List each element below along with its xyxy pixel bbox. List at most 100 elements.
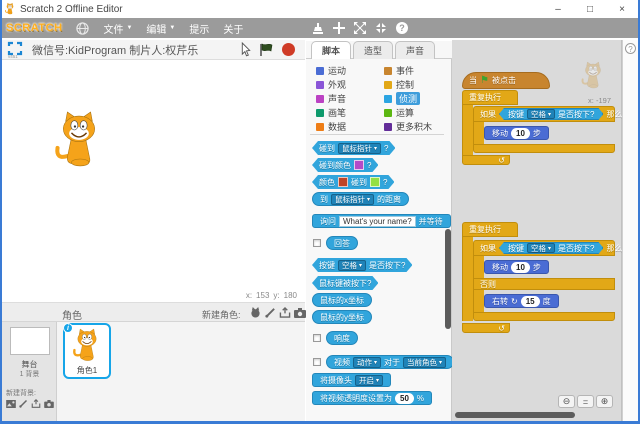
paint-new-sprite-icon[interactable] (265, 307, 276, 318)
category-more-blocks[interactable]: 更多积木 (384, 120, 432, 133)
checkbox-loudness[interactable] (313, 334, 321, 342)
upload-backdrop-icon[interactable] (31, 399, 41, 408)
category-motion[interactable]: 运动 (316, 64, 346, 77)
dropdown-space-key[interactable]: 空格▾ (527, 243, 555, 253)
dropdown-motion[interactable]: 动作▾ (353, 357, 381, 368)
forever-block-top[interactable]: 重复执行 (462, 222, 518, 237)
paint-backdrop-icon[interactable] (19, 399, 28, 408)
sprite-info-icon[interactable]: i (63, 323, 73, 333)
sprite-list: i 角色1 (57, 322, 305, 422)
grow-icon[interactable] (354, 22, 366, 34)
zoom-out-button[interactable]: ⊖ (558, 395, 575, 408)
category-looks[interactable]: 外观 (316, 78, 346, 91)
maximize-button[interactable]: □ (574, 0, 606, 18)
color-swatch[interactable] (370, 177, 380, 187)
block-mouse-x[interactable]: 鼠标的x坐标 (312, 293, 372, 307)
dropdown-space-key[interactable]: 空格▾ (527, 109, 555, 119)
menu-file[interactable]: 文件▼ (103, 21, 132, 36)
category-data[interactable]: 数据 (316, 120, 346, 133)
language-globe-icon[interactable] (76, 22, 89, 35)
green-flag-button[interactable] (259, 43, 274, 57)
duplicate-stamp-icon[interactable] (312, 22, 324, 35)
shrink-icon[interactable] (375, 22, 387, 34)
palette-separator (310, 134, 444, 135)
mouse-x-value: 153 (256, 291, 269, 300)
block-loudness[interactable]: 响度 (326, 331, 358, 345)
sprite1-thumbnail[interactable]: i 角色1 (63, 323, 111, 379)
zoom-in-button[interactable]: ⊕ (596, 395, 613, 408)
fullscreen-button[interactable]: v451 (8, 42, 22, 57)
block-color-touching-color[interactable]: 颜色 碰到 ? (312, 175, 394, 189)
scripts-area[interactable]: x: -197 y: 120 当 ⚑ 被点击 重复执行 如果 按键 空格▾ 是否… (452, 40, 622, 422)
block-mouse-down[interactable]: 鼠标键被按下? (312, 276, 378, 290)
checkbox-answer[interactable] (313, 239, 321, 247)
turn-right-block[interactable]: 右转 ↻ 15 度 (484, 294, 559, 308)
category-pen[interactable]: 画笔 (316, 106, 346, 119)
close-button[interactable]: × (606, 0, 638, 18)
block-ask-and-wait[interactable]: 询问 What's your name? 并等待 (312, 214, 451, 228)
block-help-icon[interactable]: ? (396, 22, 408, 34)
dropdown-this-sprite[interactable]: 当前角色▾ (403, 357, 446, 368)
stage-canvas[interactable] (2, 60, 305, 290)
transparency-value-input[interactable]: 50 (395, 393, 414, 404)
steps-value-input[interactable]: 10 (511, 262, 530, 273)
palette-scrollbar[interactable] (445, 229, 451, 329)
key-pressed-condition[interactable]: 按键 空格▾ 是否按下? (499, 242, 603, 254)
backdrop-library-icon[interactable] (6, 400, 16, 408)
key-pressed-condition[interactable]: 按键 空格▾ 是否按下? (499, 108, 603, 120)
degrees-value-input[interactable]: 15 (521, 296, 540, 307)
block-touching[interactable]: 碰到 鼠标指针▾ ? (312, 141, 395, 155)
dropdown-mouse-pointer[interactable]: 鼠标指针▾ (338, 143, 381, 154)
when-flag-clicked-hat[interactable]: 当 ⚑ 被点击 (462, 72, 550, 89)
category-sound[interactable]: 声音 (316, 92, 346, 105)
dropdown-video-on[interactable]: 开启▾ (355, 375, 383, 386)
stage-header: v451 微信号:KidProgram 制片人:权芹乐 (2, 40, 305, 60)
menu-about[interactable]: 关于 (223, 21, 243, 36)
new-sprite-library-icon[interactable] (250, 307, 261, 318)
block-touching-color[interactable]: 碰到颜色 ? (312, 158, 378, 172)
block-turn-video[interactable]: 将摄像头 开启▾ (312, 373, 391, 387)
zoom-reset-button[interactable]: = (577, 395, 594, 408)
checkbox-video-motion[interactable] (313, 358, 321, 366)
block-answer[interactable]: 回答 (326, 236, 358, 250)
category-sensing[interactable]: 侦测 (384, 92, 420, 105)
color-swatch[interactable] (338, 177, 348, 187)
menu-edit[interactable]: 编辑▼ (146, 21, 175, 36)
camera-sprite-icon[interactable] (294, 308, 306, 318)
forever-block-top[interactable]: 重复执行 (462, 90, 518, 105)
category-operators[interactable]: 运算 (384, 106, 414, 119)
project-title: 微信号:KidProgram 制片人:权芹乐 (32, 42, 198, 58)
color-swatch[interactable] (354, 160, 364, 170)
block-video-transparency[interactable]: 将视频透明度设置为 50 % (312, 391, 432, 405)
menu-tips[interactable]: 提示 (189, 21, 209, 36)
tab-costumes[interactable]: 造型 (353, 41, 393, 59)
block-distance-to[interactable]: 到 鼠标指针▾ 的距离 (312, 192, 409, 206)
category-events[interactable]: 事件 (384, 64, 414, 77)
steps-value-input[interactable]: 10 (511, 128, 530, 139)
help-icon[interactable]: ? (625, 43, 636, 54)
block-video-motion[interactable]: 视频 动作▾ 对于 当前角色▾ (326, 355, 454, 369)
block-key-pressed[interactable]: 按键 空格▾ 是否按下? (312, 258, 412, 272)
tab-sounds[interactable]: 声音 (395, 41, 435, 59)
stage-coordinates-row: x: 153 y: 180 (2, 290, 305, 303)
backdrop-count: 1 背景 (2, 369, 57, 379)
ask-text-input[interactable]: What's your name? (339, 216, 416, 227)
category-control[interactable]: 控制 (384, 78, 414, 91)
stop-button[interactable] (282, 43, 295, 56)
cat-sprite-on-stage[interactable] (50, 108, 108, 174)
scripts-horizontal-scrollbar[interactable] (455, 412, 575, 418)
camera-backdrop-icon[interactable] (44, 400, 54, 408)
block-mouse-y[interactable]: 鼠标的y坐标 (312, 310, 372, 324)
dropdown-mouse-pointer[interactable]: 鼠标指针▾ (331, 194, 374, 205)
upload-sprite-icon[interactable] (279, 307, 291, 318)
dropdown-space-key[interactable]: 空格▾ (338, 260, 366, 271)
minimize-button[interactable]: – (542, 0, 574, 18)
sprites-panel-header: 角色 新建角色: (2, 303, 305, 322)
move-steps-block[interactable]: 移动 10 步 (484, 126, 549, 140)
if-block-top[interactable]: 如果 按键 空格▾ 是否按下? 那么 (473, 106, 615, 122)
if-else-block-top[interactable]: 如果 按键 空格▾ 是否按下? 那么 (473, 240, 615, 256)
delete-icon[interactable] (333, 22, 345, 34)
stage-thumbnail[interactable] (10, 327, 50, 355)
tab-scripts[interactable]: 脚本 (311, 41, 351, 59)
move-steps-block[interactable]: 移动 10 步 (484, 260, 549, 274)
